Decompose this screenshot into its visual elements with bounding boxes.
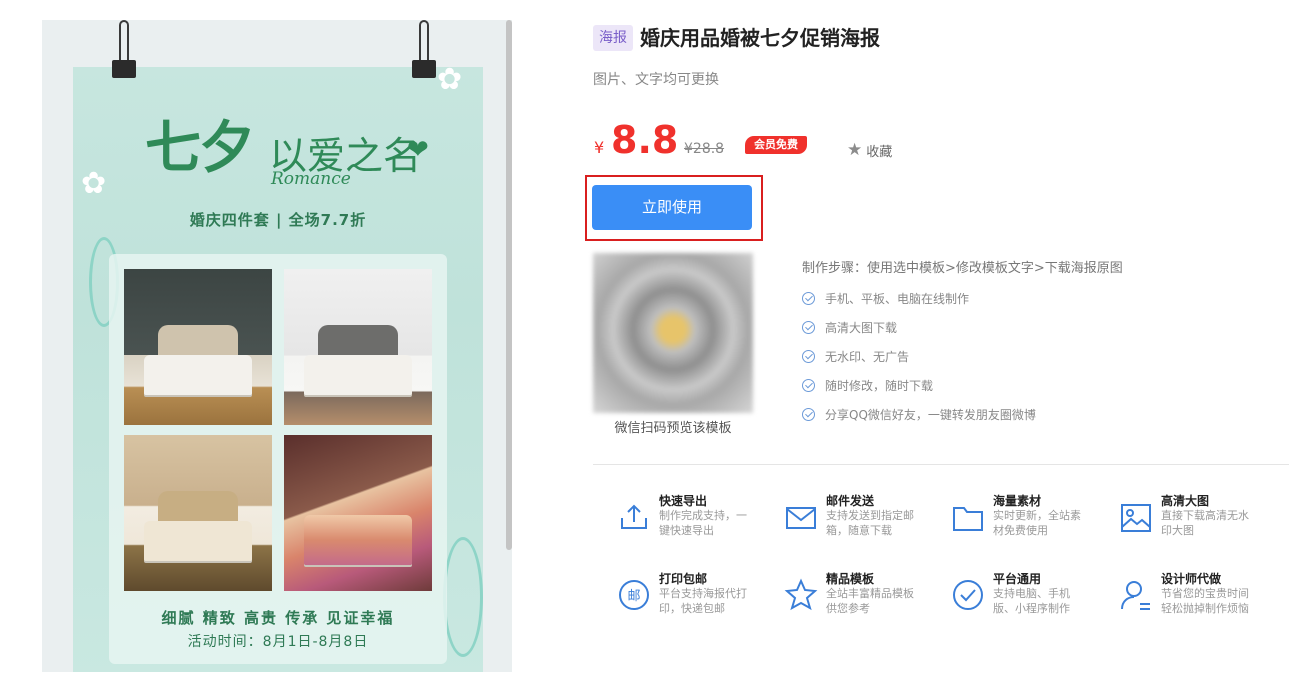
poster-date: 活动时间：8月1日-8月8日 <box>187 634 369 650</box>
star-icon: ★ <box>847 140 863 160</box>
service-item: 设计师代做 节省您的宝贵时间轻松抛掉制作烦恼 <box>1119 570 1279 620</box>
poster-preview: ✿ ✿ 七夕 以爱之名 Romance ❤ 婚庆四件套 | 全场7.7折 细腻 … <box>42 20 512 672</box>
poster-slogan: 细腻 精致 高贵 传承 见证幸福 <box>161 609 395 627</box>
check-icon <box>802 350 815 363</box>
binder-clip-icon <box>412 20 436 80</box>
favorite-label: 收藏 <box>866 144 893 160</box>
product-subtitle: 图片、文字均可更换 <box>593 72 719 88</box>
steps-title: 制作步骤：使用选中模板>修改模板文字>下载海报原图 <box>802 261 1123 276</box>
feature-list: 手机、平板、电脑在线制作 高清大图下载 无水印、无广告 随时修改，随时下载 分享… <box>802 284 1036 429</box>
designer-icon <box>1121 581 1150 610</box>
star-icon <box>784 578 818 611</box>
original-price: ¥28.8 <box>684 141 725 157</box>
poster-title: 七夕 以爱之名 Romance ❤ <box>145 97 435 197</box>
service-item: 快速导出 制作完成支持，一键快速导出 <box>617 492 777 542</box>
check-circle-icon <box>953 580 983 610</box>
poster-image: ✿ ✿ 七夕 以爱之名 Romance ❤ 婚庆四件套 | 全场7.7折 细腻 … <box>73 62 483 672</box>
service-item: 邮 打印包邮 平台支持海报代打印，快递包邮 <box>617 570 777 620</box>
list-item: 随时修改，随时下载 <box>802 371 1036 400</box>
poster-subtitle: 婚庆四件套 | 全场7.7折 <box>189 211 367 229</box>
use-now-button[interactable]: 立即使用 <box>592 185 752 230</box>
binder-clip-icon <box>112 20 136 80</box>
check-icon <box>802 292 815 305</box>
mail-icon <box>786 507 816 529</box>
service-item: 高清大图 直接下载高清无水印大图 <box>1119 492 1279 542</box>
image-icon <box>1121 504 1151 532</box>
qr-code <box>593 253 753 413</box>
service-item: 海量素材 实时更新，全站素材免费使用 <box>951 492 1111 542</box>
svg-text:邮: 邮 <box>627 589 640 604</box>
vip-free-badge[interactable]: 会员免费 <box>745 136 807 154</box>
post-icon: 邮 <box>619 580 649 610</box>
service-item: 平台通用 支持电脑、手机版、小程序制作 <box>951 570 1111 620</box>
heart-icon: ❤ <box>407 135 429 165</box>
list-item: 无水印、无广告 <box>802 342 1036 371</box>
check-icon <box>802 321 815 334</box>
category-tag: 海报 <box>593 25 633 51</box>
folder-icon <box>953 507 983 531</box>
bedroom-photo <box>124 435 272 591</box>
list-item: 高清大图下载 <box>802 313 1036 342</box>
page-title: 婚庆用品婚被七夕促销海报 <box>640 26 880 50</box>
list-item: 分享QQ微信好友，一键转发朋友圈微博 <box>802 400 1036 429</box>
list-item: 手机、平板、电脑在线制作 <box>802 284 1036 313</box>
bedroom-photo <box>284 435 432 591</box>
divider <box>593 464 1289 465</box>
price: 8.8 <box>611 118 679 162</box>
qr-label: 微信扫码预览该模板 <box>614 421 732 436</box>
flower-decoration-icon: ✿ <box>81 166 107 201</box>
check-icon <box>802 408 815 421</box>
flower-decoration-icon: ✿ <box>437 62 463 97</box>
poster-photo-grid <box>109 254 447 664</box>
preview-scrollbar[interactable] <box>506 20 512 550</box>
export-icon <box>621 504 647 529</box>
favorite-button[interactable]: ★ 收藏 <box>847 140 892 160</box>
poster-title-en: Romance <box>271 169 351 189</box>
currency-symbol: ¥ <box>594 138 605 157</box>
check-icon <box>802 379 815 392</box>
service-item: 邮件发送 支持发送到指定邮箱，随意下载 <box>784 492 944 542</box>
service-item: 精品模板 全站丰富精品模板供您参考 <box>784 570 944 620</box>
bedroom-photo <box>284 269 432 425</box>
poster-title-main: 七夕 <box>145 115 255 181</box>
bedroom-photo <box>124 269 272 425</box>
